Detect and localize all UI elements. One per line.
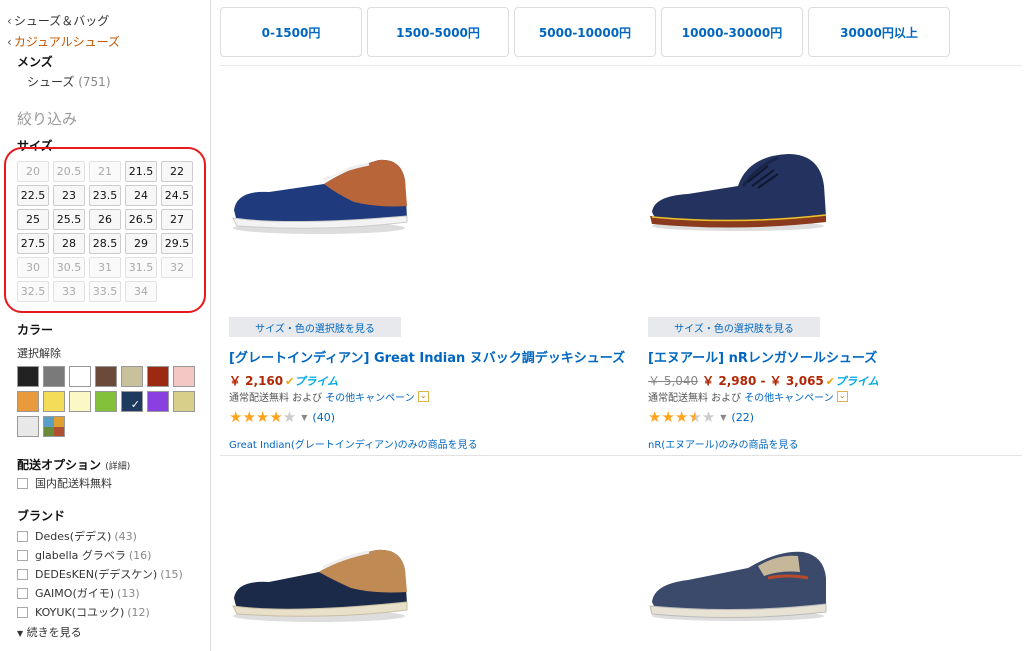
brand-checkbox[interactable]: DEDEsKEN(デデスケン) (15) (17, 566, 183, 582)
department-title: メンズ (17, 55, 53, 69)
checkbox-icon[interactable] (17, 587, 28, 599)
color-swatch[interactable] (17, 416, 39, 437)
see-more-brands-link[interactable]: ▼ 続きを見る (17, 624, 82, 640)
campaign-link[interactable]: その他キャンペーン (325, 389, 415, 404)
filter-sidebar: ‹ シューズ＆バッグ ‹ カジュアルシューズ メンズ シューズ (751) 絞り込み… (0, 0, 211, 651)
product-card: サイズ・色の選択肢を見る [エヌアール] nRレンガソールシューズ ￥ 5,04… (648, 66, 1024, 454)
checkbox-icon[interactable] (17, 530, 28, 542)
shipping-filter-title: 配送オプション (詳細) (17, 458, 131, 472)
price: ￥ 2,160 (229, 374, 284, 388)
checkbox-icon[interactable] (17, 606, 28, 618)
prime-badge: ✔プライム (285, 374, 339, 388)
color-swatch[interactable] (69, 366, 91, 387)
color-swatch[interactable] (173, 366, 195, 387)
product-title-link[interactable]: [グレートインディアン] Great Indian ヌバック調デッキシューズ (229, 347, 625, 366)
product-card (648, 460, 1024, 651)
breadcrumb-shoes-bags[interactable]: ‹ シューズ＆バッグ (7, 12, 109, 29)
color-deselect-link[interactable]: 選択解除 (17, 345, 61, 361)
color-swatch[interactable] (147, 366, 169, 387)
breadcrumb-casual-shoes[interactable]: ‹ カジュアルシューズ (7, 33, 120, 50)
price-row: ￥ 5,040 ￥ 2,980 - ￥ 3,065 ✔プライム (648, 372, 879, 389)
checkbox-icon[interactable] (17, 549, 28, 561)
brand-checkbox[interactable]: GAIMO(ガイモ) (13) (17, 585, 140, 601)
product-image-slip-on-shoe[interactable] (648, 538, 828, 632)
product-title-link[interactable]: [エヌアール] nRレンガソールシューズ (648, 347, 877, 366)
dropdown-icon[interactable]: ⌄ (836, 391, 848, 402)
brand-filter-title: ブランド (17, 509, 66, 523)
shipping-row: 通常配送無料 および その他キャンペーン ⌄ (648, 389, 848, 404)
prime-check-icon: ✔ (825, 374, 835, 388)
price-tab[interactable]: 30000円以上 (808, 7, 950, 57)
product-card: サイズ・色の選択肢を見る [グレートインディアン] Great Indian ヌ… (229, 66, 629, 454)
color-swatch[interactable]: ✓ (121, 391, 143, 412)
color-swatch-grid: ✓ (17, 366, 195, 437)
color-filter-title: カラー (17, 323, 54, 337)
brand-checkbox[interactable]: Dedes(デデス) (43) (17, 528, 137, 544)
size-highlight-circle (4, 147, 206, 313)
color-swatch-segment (44, 417, 54, 427)
color-swatch[interactable] (17, 366, 39, 387)
chevron-left-icon: ‹ (7, 14, 12, 28)
price-tab[interactable]: 5000-10000円 (514, 7, 656, 57)
color-swatch[interactable] (147, 391, 169, 412)
prime-check-icon: ✔ (285, 374, 295, 388)
price-range-tabs: 0-1500円 1500-5000円 5000-10000円 10000-30000円… (220, 7, 950, 57)
campaign-link[interactable]: その他キャンペーン (744, 389, 834, 404)
product-image-derby-shoe[interactable] (648, 146, 828, 240)
checkbox-icon[interactable] (17, 568, 28, 580)
star-rating-icon[interactable]: ★★★★★ (648, 408, 715, 426)
rating-row: ★★★★★ ▼ (40) (229, 408, 335, 426)
color-swatch-segment (54, 417, 64, 427)
color-swatch[interactable] (17, 391, 39, 412)
shipping-row: 通常配送無料 および その他キャンペーン ⌄ (229, 389, 429, 404)
star-rating-icon[interactable]: ★★★★★ (229, 408, 296, 426)
brand-only-link[interactable]: Great Indian(グレートインディアン)のみの商品を見る (229, 436, 478, 451)
price-tab[interactable]: 1500-5000円 (367, 7, 509, 57)
color-swatch-segment (44, 426, 54, 436)
color-swatch-multicolor[interactable] (43, 416, 65, 437)
color-swatch[interactable] (95, 391, 117, 412)
prime-badge: ✔プライム (825, 374, 879, 388)
color-swatch[interactable] (43, 391, 65, 412)
color-swatch[interactable] (69, 391, 91, 412)
price-tab[interactable]: 0-1500円 (220, 7, 362, 57)
price-row: ￥ 2,160 ✔プライム (229, 372, 338, 389)
color-swatch[interactable] (173, 391, 195, 412)
free-shipping-checkbox[interactable]: 国内配送料無料 (17, 475, 112, 491)
rating-row: ★★★★★ ▼ (22) (648, 408, 754, 426)
brand-only-link[interactable]: nR(エヌアール)のみの商品を見る (648, 436, 799, 451)
divider (220, 455, 1022, 456)
color-swatch-segment (54, 426, 64, 436)
shipping-detail-link[interactable]: (詳細) (105, 462, 130, 472)
color-swatch[interactable] (121, 366, 143, 387)
brand-checkbox[interactable]: glabella グラベラ (16) (17, 547, 151, 563)
review-count-link[interactable]: (22) (731, 411, 754, 424)
price-tab[interactable]: 10000-30000円 (661, 7, 803, 57)
product-image-boat-shoe[interactable] (229, 150, 409, 244)
size-color-options-button[interactable]: サイズ・色の選択肢を見る (229, 317, 401, 337)
brand-checkbox[interactable]: KOYUK(コユック) (12) (17, 604, 150, 620)
review-count-link[interactable]: (40) (312, 411, 335, 424)
dropdown-icon[interactable]: ⌄ (417, 391, 429, 402)
category-link-shoes[interactable]: シューズ (751) (27, 73, 111, 90)
expand-arrow-icon: ▼ (17, 629, 24, 638)
chevron-down-icon[interactable]: ▼ (301, 413, 307, 422)
color-swatch[interactable] (43, 366, 65, 387)
checkmark-icon: ✓ (130, 398, 140, 411)
list-price: ￥ 5,040 (648, 374, 699, 388)
chevron-left-icon: ‹ (7, 35, 12, 49)
color-swatch[interactable] (95, 366, 117, 387)
product-card (229, 460, 629, 651)
product-image-boat-shoe[interactable] (229, 540, 409, 634)
size-color-options-button[interactable]: サイズ・色の選択肢を見る (648, 317, 820, 337)
checkbox-icon[interactable] (17, 477, 28, 489)
price: ￥ 2,980 - ￥ 3,065 (702, 374, 824, 388)
refine-heading: 絞り込み (17, 110, 78, 128)
chevron-down-icon[interactable]: ▼ (720, 413, 726, 422)
